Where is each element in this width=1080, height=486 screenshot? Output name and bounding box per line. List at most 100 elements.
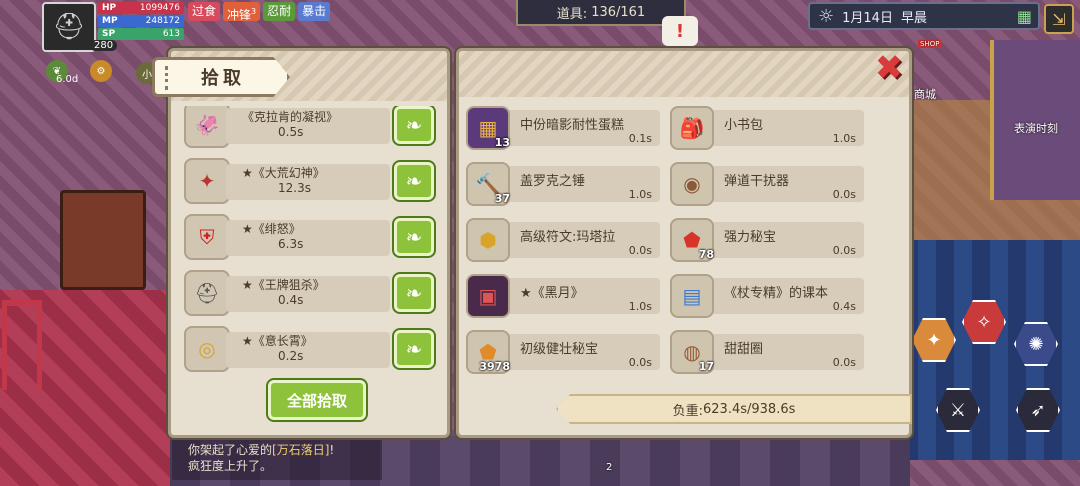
network-icon: ▦ xyxy=(1016,6,1032,26)
fantasy-god-weapon-icon: ✦ xyxy=(184,158,230,204)
pick-up-button[interactable]: ❧ xyxy=(394,274,434,312)
item-time: 1.0s xyxy=(832,132,856,145)
item-time: 0.0s xyxy=(832,244,856,257)
inventory-item[interactable]: 🔨 37 盖罗克之锤 1.0s xyxy=(462,162,660,206)
item-time: 0.2s xyxy=(278,349,304,363)
item-count: 3978 xyxy=(479,360,510,373)
list-item: ⛑ ★《王牌狙杀》 0.4s ❧ xyxy=(182,268,442,318)
inventory-item[interactable]: 🎒 小书包 1.0s xyxy=(666,106,864,150)
item-name: 中份暗影耐性蛋糕 xyxy=(520,118,625,133)
item-name: 《杖专精》的课本 xyxy=(724,286,829,301)
inventory-item[interactable]: ⬟ 78 强力秘宝 0.0s xyxy=(666,218,864,262)
player-avatar[interactable]: ⛑ xyxy=(42,2,96,52)
chat-line: 疯狂度上升了。 xyxy=(188,459,273,473)
pick-all-button[interactable]: 全部拾取 xyxy=(268,380,366,420)
shop-label: 商城 xyxy=(914,88,936,101)
jammer-icon: ◉ xyxy=(670,162,714,206)
item-time: 0.0s xyxy=(628,356,652,369)
item-name: ★《王牌狙杀》 xyxy=(242,278,325,292)
close-icon[interactable]: ✖ xyxy=(870,48,908,88)
rune-icon: ⬢ xyxy=(466,218,510,262)
item-time: 1.0s xyxy=(628,188,652,201)
notebook-rings xyxy=(165,66,181,90)
pick-up-button[interactable]: ❧ xyxy=(394,218,434,256)
black-moon-book-icon: ▣ xyxy=(466,274,510,318)
chat-text: 你架起了心爱的 xyxy=(188,443,273,457)
items-value: 136/161 xyxy=(591,4,646,20)
item-time: 1.0s xyxy=(628,300,652,313)
item-time: 0.0s xyxy=(832,356,856,369)
chat-item-link[interactable]: [万石落日] xyxy=(272,443,329,457)
list-item: 🦑 《克拉肯的凝视》 0.5s ❧ xyxy=(182,106,442,150)
item-name: ★《大荒幻神》 xyxy=(242,166,325,180)
inventory-item[interactable]: ◍ 17 甜甜圈 0.0s xyxy=(666,330,864,374)
item-name: ★《黑月》 xyxy=(520,286,584,301)
buff-charge-label: 冲锋 xyxy=(227,8,252,22)
weight-ribbon: 负重: 623.4s/938.6s xyxy=(556,394,912,424)
buff-endure[interactable]: 忍耐 xyxy=(263,2,296,21)
item-name: ★《意长霄》 xyxy=(242,334,313,348)
kraken-weapon-icon: 🦑 xyxy=(184,106,230,148)
bottom-counter: 2 xyxy=(606,462,613,473)
pick-up-button[interactable]: ❧ xyxy=(394,162,434,200)
sp-bar: SP 613 xyxy=(98,28,184,40)
item-name: 小书包 xyxy=(724,118,764,133)
inventory-item[interactable]: ◉ 弹道干扰器 0.0s xyxy=(666,162,864,206)
item-count: 13 xyxy=(494,136,510,149)
mp-value: 248172 xyxy=(145,16,180,26)
buff-stack-count: 3 xyxy=(251,7,257,16)
pick-up-button[interactable]: ❧ xyxy=(394,106,434,144)
mp-label: MP xyxy=(102,16,118,26)
item-name: 初级健壮秘宝 xyxy=(520,342,599,357)
items-label: 道具: xyxy=(556,6,588,22)
buff-charge[interactable]: 冲锋3 xyxy=(223,2,261,22)
buff-timer: 6.0d xyxy=(56,74,79,85)
item-name: 弹道干扰器 xyxy=(724,174,790,189)
torii-gate xyxy=(2,300,42,390)
buff-gear-icon[interactable]: ⚙ xyxy=(90,60,112,82)
inventory-item[interactable]: ⬢ 高级符文:玛塔拉 0.0s xyxy=(462,218,660,262)
item-time: 0.4s xyxy=(278,293,304,307)
textbook-icon: ▤ xyxy=(670,274,714,318)
item-name: 《克拉肯的凝视》 xyxy=(242,110,339,124)
item-time: 0.4s xyxy=(832,300,856,313)
sp-value: 613 xyxy=(162,29,180,39)
player-level: 280 xyxy=(90,40,118,51)
panel-header-stripe xyxy=(459,51,909,97)
sky-ring-icon: ◎ xyxy=(184,326,230,372)
crimson-rage-armor-icon: ⛨ xyxy=(184,214,230,260)
chat-text: ! xyxy=(329,443,335,457)
weight-label: 负重: xyxy=(672,403,704,419)
pick-up-button[interactable]: ❧ xyxy=(394,330,434,368)
buff-overeat[interactable]: 过食 xyxy=(188,2,221,21)
inventory-item[interactable]: ▤ 《杖专精》的课本 0.4s xyxy=(666,274,864,318)
time-of-day: 早晨 xyxy=(900,10,927,26)
hp-bar: HP 1099476 xyxy=(98,2,184,14)
item-time: 12.3s xyxy=(278,181,311,195)
item-count: 78 xyxy=(698,248,714,261)
buff-list: 过食 冲锋3 忍耐 暴击 xyxy=(188,2,331,22)
pickup-title-tab: 拾取 xyxy=(152,57,290,97)
date-text: 1月14日 xyxy=(842,10,893,26)
item-name: 高级符文:玛塔拉 xyxy=(520,230,616,245)
item-count: 17 xyxy=(698,360,714,373)
item-count: 37 xyxy=(494,192,510,205)
inventory-item[interactable]: ⬟ 3978 初级健壮秘宝 0.0s xyxy=(462,330,660,374)
backpack-icon: 🎒 xyxy=(670,106,714,150)
buff-crit[interactable]: 暴击 xyxy=(298,2,331,21)
pickup-list[interactable]: 🦑 《克拉肯的凝视》 0.5s ❧ ✦ ★《大荒幻神》 12.3s ❧ ⛨ ★《… xyxy=(182,106,442,372)
pickup-title: 拾取 xyxy=(201,68,245,89)
list-item: ✦ ★《大荒幻神》 12.3s ❧ xyxy=(182,156,442,206)
item-time: 0.0s xyxy=(832,188,856,201)
stage-label: 表演时刻 xyxy=(1014,122,1058,135)
inventory-item[interactable]: ▦ 13 中份暗影耐性蛋糕 0.1s xyxy=(462,106,660,150)
weight-value: 623.4s/938.6s xyxy=(703,401,796,417)
wooden-cabinet xyxy=(60,190,146,290)
exit-icon[interactable]: ⇲ xyxy=(1044,4,1074,34)
alert-icon[interactable]: ! xyxy=(662,16,698,46)
item-name: ★《绯怒》 xyxy=(242,222,301,236)
item-time: 0.1s xyxy=(628,132,652,145)
stat-bars: HP 1099476 MP 248172 SP 613 xyxy=(98,2,184,41)
inventory-item[interactable]: ▣ ★《黑月》 1.0s xyxy=(462,274,660,318)
hp-label: HP xyxy=(102,3,117,13)
